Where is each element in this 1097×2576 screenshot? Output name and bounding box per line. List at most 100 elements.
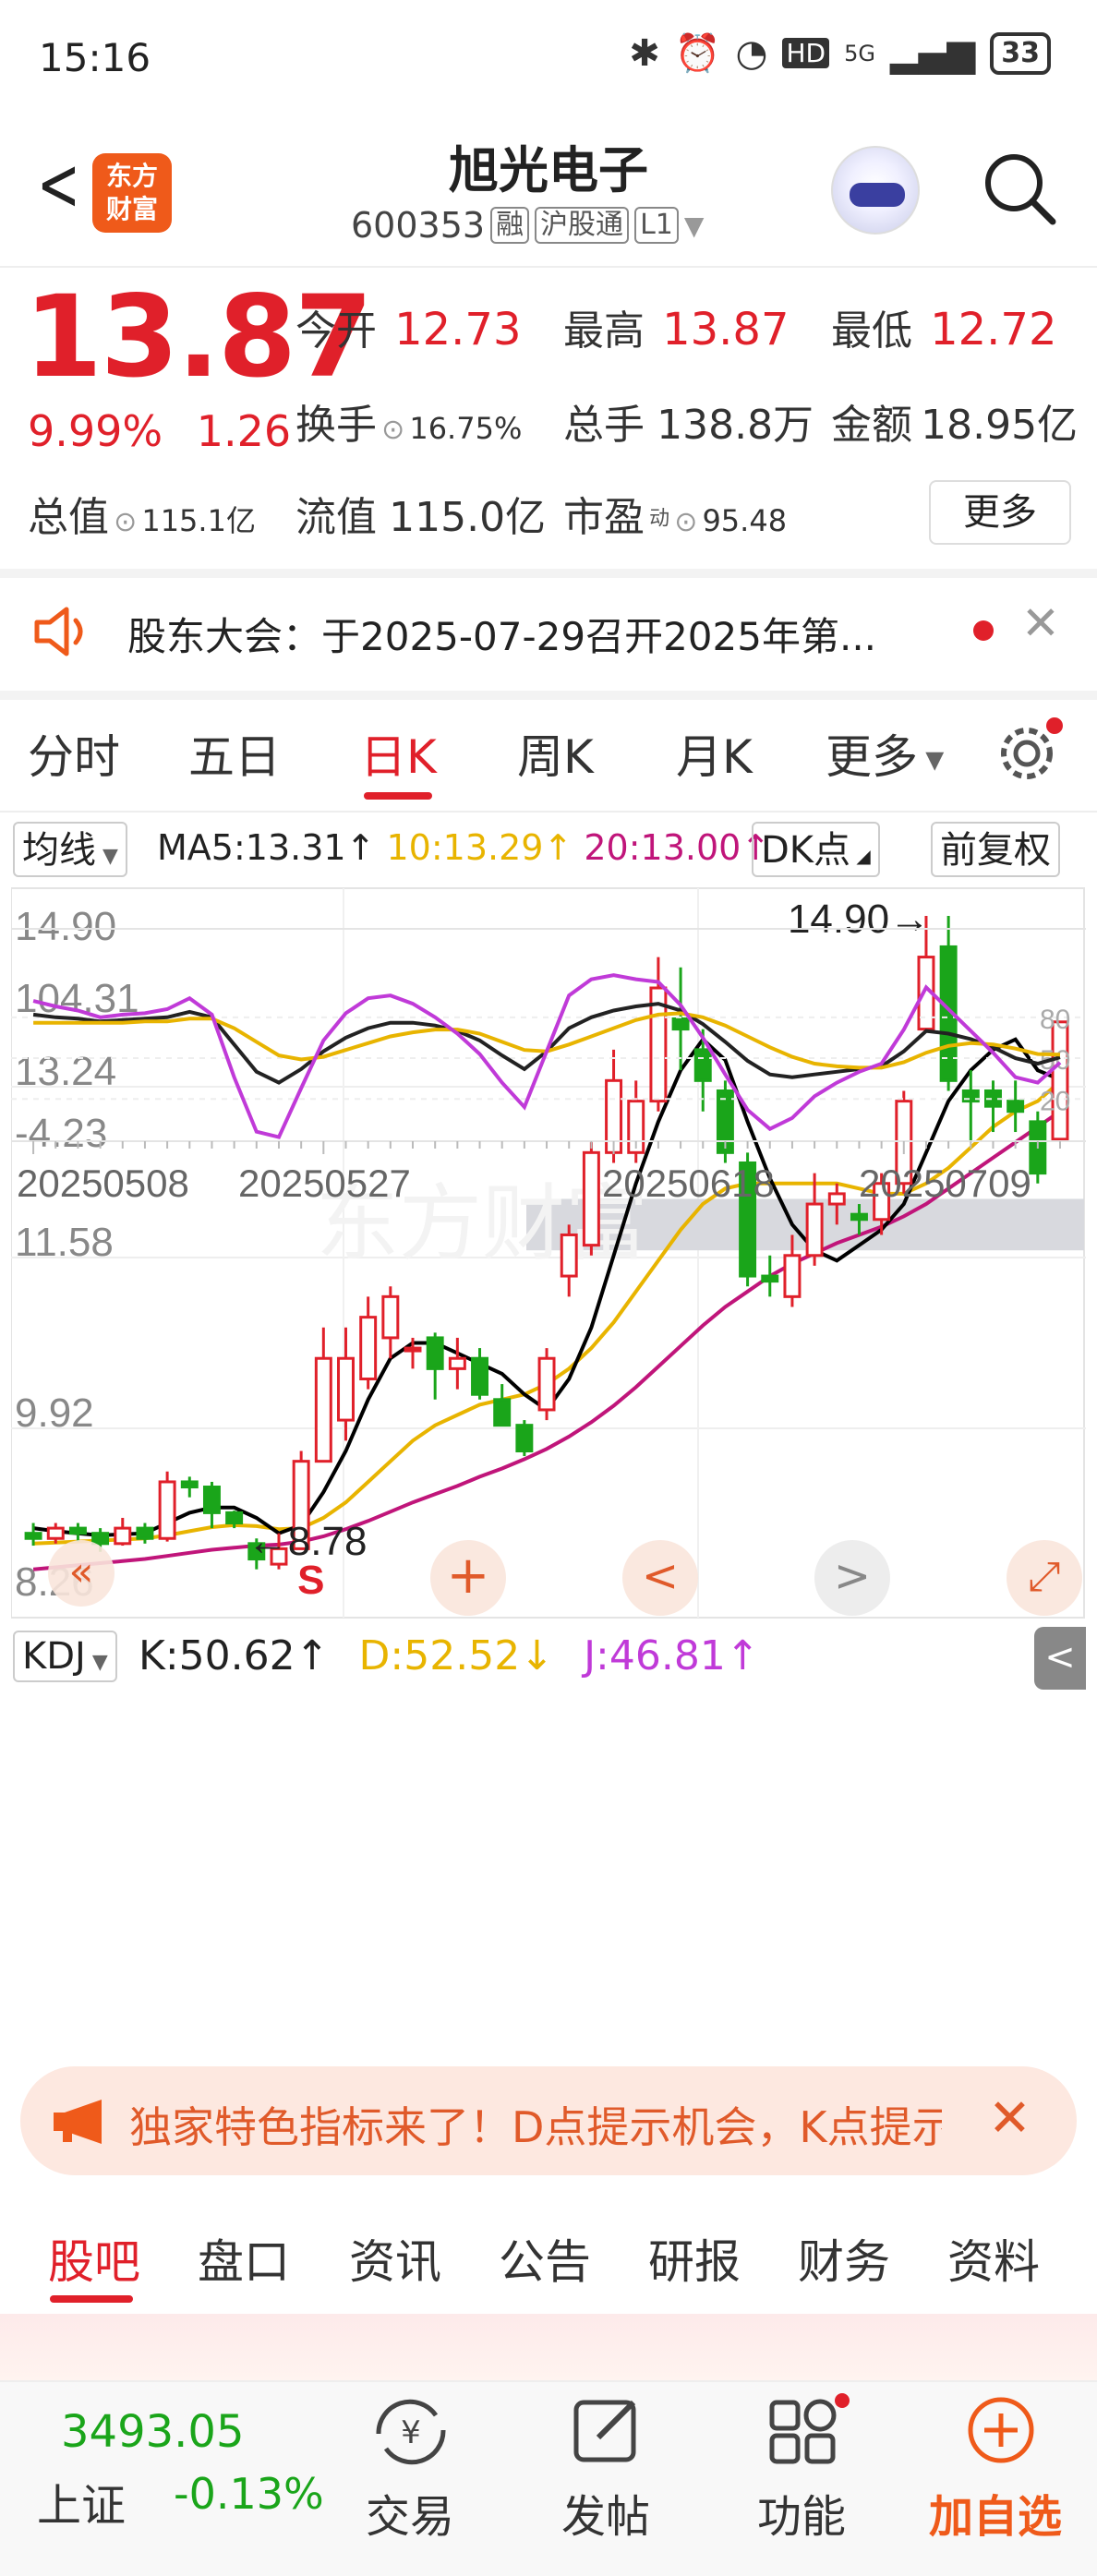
candle-body <box>582 1150 600 1247</box>
open-field: 今开 12.73 <box>295 297 522 356</box>
info-icon[interactable]: ⊙ <box>114 506 137 538</box>
caret-icon: ▼ <box>918 746 945 775</box>
turnover-field: 换手 ⊙ 16.75% <box>295 391 522 451</box>
svg-text:¥: ¥ <box>401 2414 421 2451</box>
turnover-value: 16.75% <box>409 411 523 446</box>
rewind-icon[interactable]: « <box>48 1540 115 1607</box>
info-icon[interactable]: ⊙ <box>674 506 697 538</box>
search-icon[interactable] <box>979 148 1058 227</box>
x-tick-label: 20250508 <box>17 1162 189 1205</box>
tab-pankou[interactable]: 盘口 <box>198 2225 290 2292</box>
volume-label: 总手 <box>563 402 645 449</box>
candle-body <box>404 1346 422 1353</box>
change-pct: 9.99% <box>28 406 163 456</box>
speaker-icon <box>34 607 83 656</box>
caret-icon: ▼ <box>85 1651 108 1674</box>
pe-field: 市盈 动 ⊙ 95.48 <box>563 484 787 543</box>
turnover-label: 换手 <box>295 402 377 449</box>
candle-body <box>671 1017 690 1031</box>
candle-body <box>136 1526 154 1540</box>
tab-news[interactable]: 资讯 <box>349 2225 441 2292</box>
nav-post[interactable]: 发帖 <box>561 2480 650 2545</box>
signal-icon: ▂▄▆ <box>889 31 976 75</box>
mktcap-label: 总值 <box>28 494 109 541</box>
volume-value: 138.8万 <box>657 402 814 449</box>
bottom-tab-indicator <box>50 2295 133 2303</box>
kline-chart[interactable]: 14.9013.2411.589.928.26东方财富14.90→←8.78S1… <box>11 883 1086 1619</box>
tab-intraday[interactable]: 分时 <box>28 720 120 787</box>
assistant-avatar[interactable] <box>831 146 920 235</box>
price-change: 9.99% 1.26 <box>28 406 291 456</box>
unread-dot <box>973 620 994 641</box>
notice-text[interactable]: 股东大会：于2025-07-29召开2025年第... <box>127 606 876 662</box>
feed-preview <box>0 2314 1097 2382</box>
settings-gear-icon[interactable] <box>994 713 1067 787</box>
dropdown-icon[interactable]: ▼ <box>684 211 705 241</box>
kdj-right-label: 80 <box>1040 1005 1070 1035</box>
ma-selector[interactable]: 均线 ▼ <box>13 822 127 877</box>
dk-point-button[interactable]: DK点 ◢ <box>752 822 880 877</box>
active-tab-indicator <box>364 792 432 800</box>
adjust-button[interactable]: 前复权 <box>931 822 1060 877</box>
pe-sup: 动 <box>649 507 670 531</box>
pe-value: 95.48 <box>702 503 788 538</box>
nav-functions[interactable]: 功能 <box>757 2480 846 2545</box>
candle-body <box>761 1274 779 1283</box>
kdj-selector[interactable]: KDJ ▼ <box>13 1631 117 1682</box>
tab-daily-k[interactable]: 日K <box>360 720 437 787</box>
nav-add-watchlist[interactable]: 加自选 <box>929 2480 1062 2545</box>
tab-five-day[interactable]: 五日 <box>188 720 281 787</box>
candle-body <box>1051 1020 1069 1141</box>
open-label: 今开 <box>295 307 377 355</box>
index-value[interactable]: 3493.05 <box>61 2406 245 2458</box>
index-name[interactable]: 上证 <box>37 2469 126 2534</box>
candle-body <box>1007 1100 1025 1113</box>
promo-text[interactable]: 独家特色指标来了！D点提示机会，K点提示 <box>129 2094 942 2155</box>
high-label: 最高 <box>563 307 645 355</box>
index-pct[interactable]: -0.13% <box>174 2469 324 2519</box>
info-icon[interactable]: ⊙ <box>381 414 404 446</box>
zoom-in-icon[interactable]: + <box>430 1540 506 1616</box>
close-notice-icon[interactable]: ✕ <box>1021 596 1060 650</box>
more-quote-button[interactable]: 更多 <box>929 480 1071 545</box>
tab-announcement[interactable]: 公告 <box>499 2225 591 2292</box>
wifi-icon: ◔ <box>735 31 768 75</box>
candle-body <box>805 1202 824 1258</box>
stock-subline: 600353 融 沪股通 L1 ▼ <box>351 205 704 246</box>
candle-body <box>180 1480 199 1489</box>
tab-guba[interactable]: 股吧 <box>48 2225 140 2292</box>
candle-body <box>68 1526 87 1535</box>
ma5-value: MA5:13.31↑ <box>157 827 376 868</box>
tag-margin: 融 <box>490 207 530 244</box>
candle-body <box>515 1424 534 1453</box>
tab-research[interactable]: 研报 <box>648 2225 741 2292</box>
dk-label: DK点 <box>761 829 851 872</box>
annotation-high: 14.90→ <box>788 897 930 942</box>
candle-body <box>158 1480 176 1540</box>
open-value: 12.73 <box>394 304 522 355</box>
next-icon[interactable]: > <box>814 1540 890 1616</box>
candle-body <box>471 1356 489 1396</box>
close-banner-icon[interactable]: ✕ <box>988 2088 1031 2149</box>
float-value: 115.0亿 <box>389 494 547 541</box>
collapse-panel-icon[interactable]: < <box>1034 1627 1086 1690</box>
stock-code: 600353 <box>351 205 486 246</box>
fullscreen-icon[interactable]: ⤢ <box>1007 1540 1082 1616</box>
amount-field: 金额 18.95亿 <box>831 391 1078 451</box>
y-tick-label: 11.58 <box>15 1220 114 1265</box>
amount-label: 金额 <box>831 402 912 449</box>
nav-trade[interactable]: 交易 <box>366 2480 454 2545</box>
post-icon[interactable] <box>571 2393 645 2467</box>
candle-body <box>202 1486 221 1514</box>
tab-profile[interactable]: 资料 <box>947 2225 1040 2292</box>
add-watchlist-icon[interactable] <box>964 2393 1038 2467</box>
functions-icon[interactable] <box>766 2393 850 2467</box>
trade-icon[interactable]: ¥ <box>369 2397 452 2467</box>
prev-icon[interactable]: < <box>622 1540 698 1616</box>
candle-body <box>560 1233 578 1278</box>
tab-monthly-k[interactable]: 月K <box>676 720 753 787</box>
tab-more[interactable]: 更多 ▼ <box>826 720 944 787</box>
tab-weekly-k[interactable]: 周K <box>517 720 594 787</box>
tab-finance[interactable]: 财务 <box>798 2225 890 2292</box>
candle-body <box>850 1212 868 1222</box>
